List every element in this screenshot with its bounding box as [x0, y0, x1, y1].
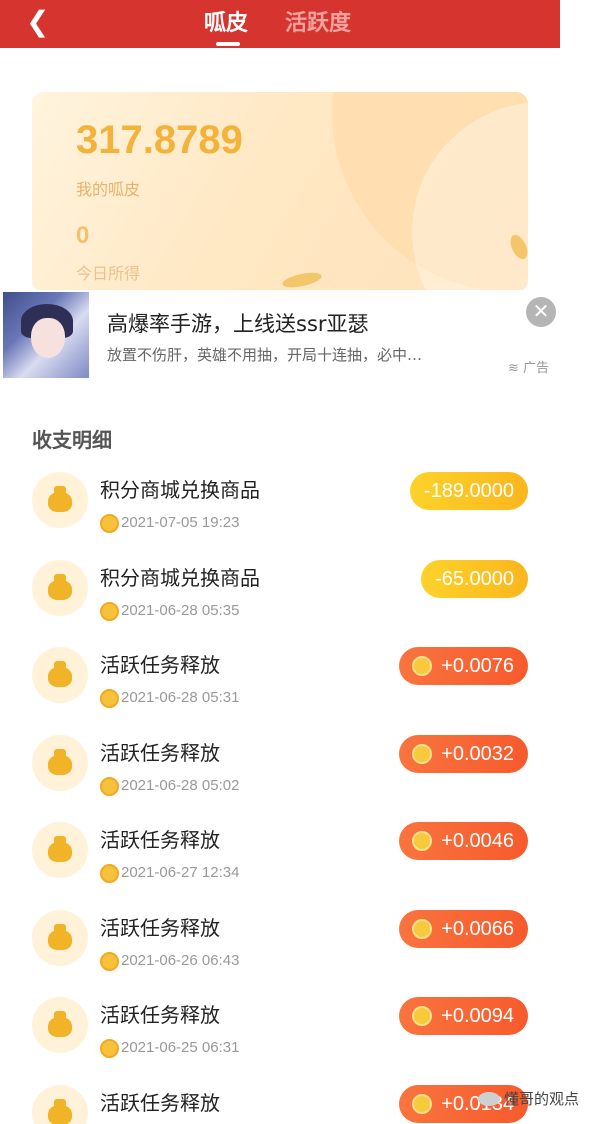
amount-value: +0.0066	[441, 917, 514, 940]
record-row[interactable]: 活跃任务释放 2021-06-28 05:31 +0.0076	[0, 647, 560, 727]
close-icon[interactable]: ✕	[526, 297, 556, 327]
bag-body	[48, 492, 72, 512]
money-bag-icon	[32, 909, 88, 966]
bag-body	[48, 842, 72, 862]
coin-icon	[100, 514, 119, 533]
money-bag-shape	[48, 573, 72, 600]
money-bag-shape	[48, 1098, 72, 1124]
coin-icon	[412, 1006, 433, 1026]
record-date: 2021-06-26 06:43	[121, 951, 240, 969]
coin-icon	[412, 743, 433, 764]
money-bag-icon	[32, 734, 88, 791]
tab-guapi[interactable]: 呱皮	[204, 5, 248, 37]
wallet-card: 317.8789 我的呱皮 0 今日所得	[32, 92, 528, 292]
record-row[interactable]: 活跃任务释放 2021-06-25 06:31 +0.0094	[0, 997, 560, 1077]
record-title: 活跃任务释放	[100, 828, 220, 852]
coin-icon	[100, 1039, 119, 1058]
record-date: 2021-07-05 19:23	[121, 514, 240, 531]
record-title: 活跃任务释放	[100, 1003, 220, 1027]
record-row[interactable]: 积分商城兑换商品 2021-06-28 05:35 -65.0000	[0, 559, 560, 640]
coin-icon	[412, 1093, 433, 1114]
amount-value: +0.0032	[441, 742, 514, 765]
record-row[interactable]: 活跃任务释放 2021-06-26 06:43 +0.0066	[0, 909, 560, 990]
bag-body	[48, 754, 72, 775]
amount-badge: -189.0000	[409, 472, 528, 510]
money-bag-icon	[32, 559, 88, 616]
record-title: 活跃任务释放	[100, 915, 220, 940]
amount-value: -65.0000	[435, 567, 514, 590]
ad-thumbnail[interactable]	[3, 292, 89, 378]
ad-tag-text: 广告	[523, 361, 550, 376]
money-bag-shape	[48, 486, 72, 512]
money-bag-icon	[32, 1084, 88, 1124]
active-tab-indicator	[216, 42, 240, 46]
ad-banner[interactable]: 高爆率手游，上线送ssr亚瑟 放置不伤肝，英雄不用抽，开局十连抽，必中…	[0, 290, 560, 380]
coin-icon	[100, 776, 119, 796]
record-title: 活跃任务释放	[100, 653, 220, 677]
bag-body	[48, 1104, 72, 1124]
money-bag-shape	[48, 836, 72, 862]
money-bag-shape	[48, 661, 72, 687]
record-title: 活跃任务释放	[100, 740, 220, 765]
ad-description[interactable]: 放置不伤肝，英雄不用抽，开局十连抽，必中…	[107, 344, 422, 365]
record-date: 2021-06-28 05:35	[121, 601, 240, 619]
amount-value: -189.0000	[423, 480, 514, 502]
record-row[interactable]: 活跃任务释放 2021-06-27 12:34 +0.0046	[0, 822, 560, 902]
money-bag-shape	[48, 748, 72, 775]
today-earnings-label: 今日所得	[76, 264, 141, 283]
amount-badge: +0.0046	[399, 822, 528, 860]
coin-icon	[412, 831, 433, 851]
money-bag-icon	[32, 647, 88, 703]
amount-badge: +0.0076	[399, 647, 528, 685]
record-title: 活跃任务释放	[100, 1090, 220, 1115]
amount-badge: +0.0032	[399, 734, 528, 773]
record-title: 积分商城兑换商品	[100, 478, 260, 502]
balance-label: 我的呱皮	[76, 180, 141, 199]
coin-icon	[412, 918, 433, 939]
money-bag-icon	[32, 472, 88, 528]
section-title: 收支明细	[32, 428, 112, 452]
ad-label: ≋ 广告	[508, 361, 550, 376]
amount-badge: +0.0094	[399, 997, 528, 1035]
record-date: 2021-06-28 05:31	[121, 689, 240, 706]
bag-body	[48, 579, 72, 600]
money-bag-icon	[32, 822, 88, 878]
amount-value: +0.0076	[441, 655, 514, 677]
record-title: 积分商城兑换商品	[100, 565, 260, 590]
money-bag-icon	[32, 997, 88, 1053]
today-earnings-value: 0	[76, 222, 90, 249]
bag-body	[48, 667, 72, 687]
tab-activity[interactable]: 活跃度	[285, 5, 351, 37]
coin-icon	[100, 951, 119, 971]
amount-badge: -65.0000	[421, 559, 528, 598]
record-date: 2021-06-25 06:31	[121, 1039, 240, 1056]
ad-character-face	[31, 318, 65, 358]
record-row[interactable]: 活跃任务释放 2021-06-28 05:02 +0.0032	[0, 734, 560, 815]
amount-badge: +0.0066	[399, 909, 528, 948]
coin-icon	[100, 689, 119, 708]
record-date: 2021-06-28 05:02	[121, 776, 240, 794]
bag-body	[48, 1017, 72, 1037]
record-row[interactable]: 积分商城兑换商品 2021-07-05 19:23 -189.0000	[0, 472, 560, 552]
coin-icon	[100, 601, 119, 621]
coin-icon	[412, 656, 433, 676]
watermark: 懂哥的观点	[504, 1090, 580, 1108]
record-date: 2021-06-27 12:34	[121, 864, 240, 881]
leaf-decoration-icon	[281, 269, 323, 291]
money-bag-shape	[48, 1011, 72, 1037]
ad-title[interactable]: 高爆率手游，上线送ssr亚瑟	[107, 308, 369, 338]
bag-body	[48, 929, 72, 950]
money-bag-shape	[48, 923, 72, 950]
amount-value: +0.0094	[441, 1005, 514, 1027]
balance-value: 317.8789	[76, 118, 243, 162]
top-bar: ❮ 呱皮 活跃度	[0, 0, 560, 48]
coin-icon	[100, 864, 119, 883]
record-row[interactable]: 活跃任务释放 +0.0134	[0, 1084, 560, 1124]
amount-value: +0.0046	[441, 830, 514, 852]
chevron-left-icon[interactable]: ❮	[26, 8, 49, 36]
